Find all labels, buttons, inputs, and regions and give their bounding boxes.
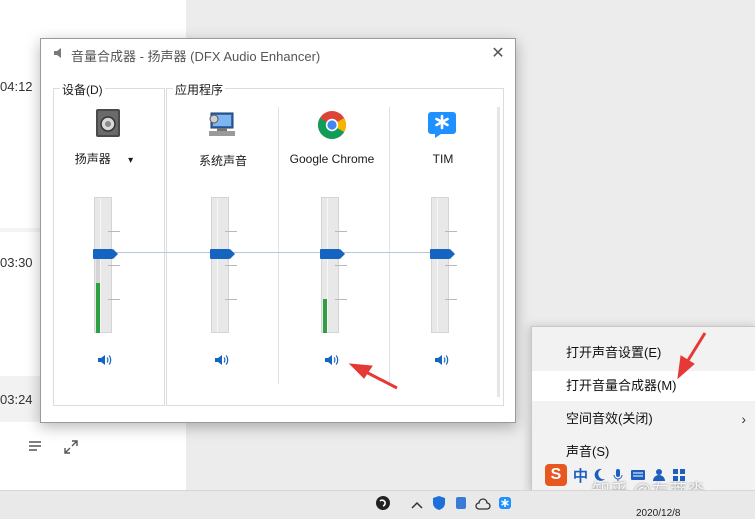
level-meter [323,299,327,333]
cloud-icon[interactable] [474,496,492,514]
message-time: 03:30 [0,255,33,270]
message-time: 04:12 [0,79,33,94]
slider-tick [335,231,347,232]
slider-tick [445,231,457,232]
speaker-icon [54,48,61,58]
mute-speaker-icon[interactable] [213,352,231,368]
chevron-right-icon: › [741,411,746,427]
tim-icon [428,112,456,138]
volume-mixer-window: 音量合成器 - 扬声器 (DFX Audio Enhancer) ✕ 设备(D)… [40,38,516,423]
message-time: 03:24 [0,392,33,407]
app-name: Google Chrome [289,152,375,166]
speaker-device-icon [96,109,120,137]
slider-tick [108,231,120,232]
channel-divider [278,107,279,384]
slider-tick [108,265,120,266]
expand-icon[interactable] [64,440,78,459]
slider-tick [445,299,457,300]
list-icon[interactable] [28,440,42,459]
close-button[interactable]: ✕ [485,41,511,67]
slider-tick [225,299,237,300]
level-meter [96,283,100,333]
slider-tick [225,265,237,266]
slider-tick [335,299,347,300]
system-tray [374,496,514,514]
window-title: 音量合成器 - 扬声器 (DFX Audio Enhancer) [71,49,321,64]
ime-mode[interactable]: 中 [573,465,588,486]
menu-item-label: 空间音效(关闭) [566,411,653,426]
slider-tick [108,299,120,300]
slider-tick [225,231,237,232]
chrome-icon [318,111,346,139]
app-name: 系统声音 [198,154,247,168]
channel-divider [389,107,390,384]
tim-tray-icon[interactable] [496,496,514,514]
chevron-down-icon[interactable]: ▾ [128,155,133,166]
window-titlebar[interactable]: 音量合成器 - 扬声器 (DFX Audio Enhancer) ✕ [41,39,515,69]
slider-tick [445,265,457,266]
mute-speaker-icon[interactable] [323,352,341,368]
app-tray-icon[interactable] [374,495,392,515]
scrollbar[interactable] [497,107,500,397]
device-name[interactable]: 扬声器 ▾ [49,150,159,167]
applications-group-title: 应用程序 [173,81,226,98]
mute-speaker-icon[interactable] [96,352,114,368]
device-group-title: 设备(D) [60,81,105,98]
menu-item-spatial-sound[interactable]: 空间音效(关闭) › [532,404,755,434]
slider-tick [335,265,347,266]
slider-thumb[interactable] [430,249,455,259]
chevron-up-icon[interactable] [408,496,426,514]
menu-item-open-volume-mixer[interactable]: 打开音量合成器(M) [532,371,755,401]
app-tray-icon[interactable] [452,495,470,515]
taskbar-date: 2020/12/8 [636,508,681,519]
system-sounds-icon [209,112,235,136]
slider-thumb[interactable] [210,249,235,259]
slider-sync-line [97,252,453,253]
app-name: TIM [432,152,454,166]
slider-thumb[interactable] [93,249,118,259]
menu-item-open-sound-settings[interactable]: 打开声音设置(E) [532,338,755,368]
sogou-logo-icon[interactable]: S [545,464,567,486]
slider-thumb[interactable] [320,249,345,259]
mute-speaker-icon[interactable] [433,352,451,368]
shield-icon[interactable] [430,495,448,515]
